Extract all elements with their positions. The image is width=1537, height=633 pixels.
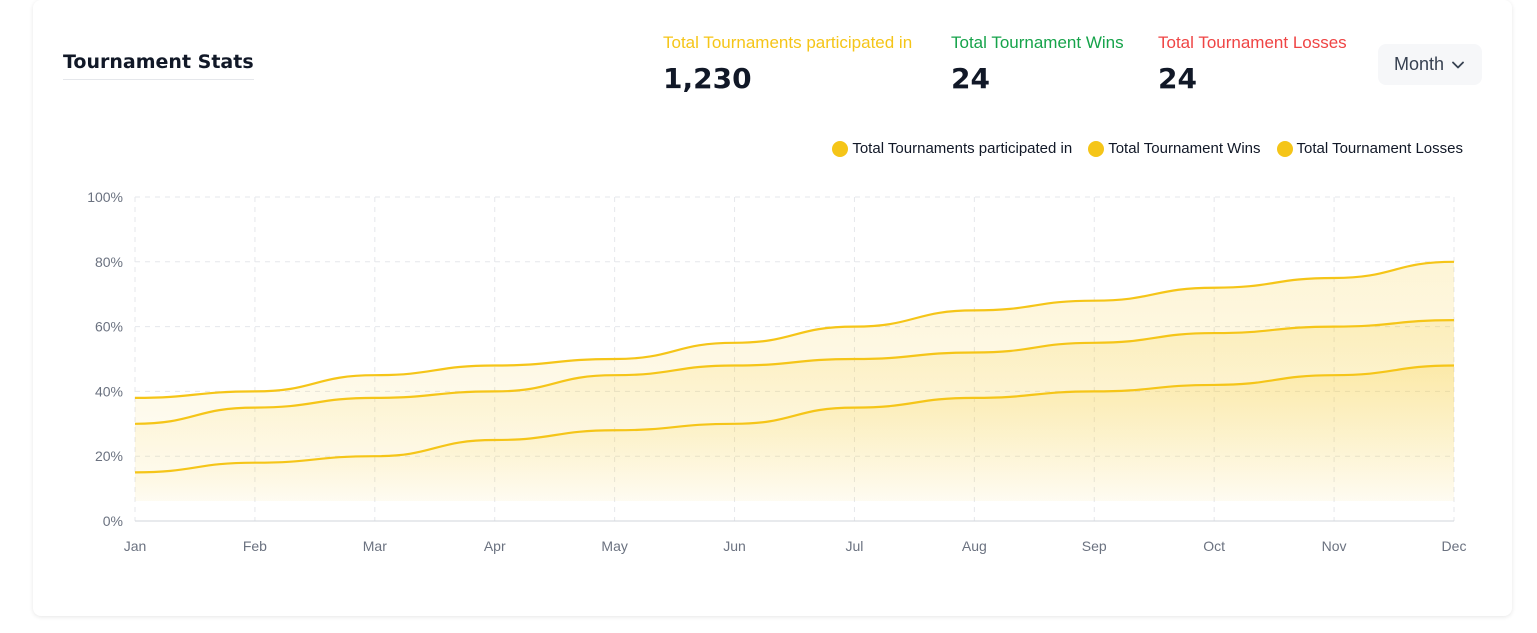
chart-series <box>134 260 1455 501</box>
x-tick-label: May <box>601 538 627 554</box>
x-tick-label: Sep <box>1082 538 1107 554</box>
x-tick-label: Aug <box>962 538 987 554</box>
x-tick-label: Dec <box>1442 538 1467 554</box>
x-tick-label: Jan <box>124 538 147 554</box>
y-axis-labels: 0% 20% 40% 60% 80% 100% <box>87 189 123 529</box>
x-tick-label: Oct <box>1203 538 1225 554</box>
y-tick-label: 40% <box>95 383 123 399</box>
y-tick-label: 60% <box>95 319 123 335</box>
y-tick-label: 80% <box>95 254 123 270</box>
x-tick-label: Jul <box>846 538 864 554</box>
y-tick-label: 100% <box>87 189 123 205</box>
x-tick-label: Jun <box>723 538 746 554</box>
x-axis-labels: Jan Feb Mar Apr May Jun Jul Aug Sep Oct Nov Dec <box>124 538 1467 554</box>
y-tick-label: 0% <box>103 513 123 529</box>
x-tick-label: Nov <box>1322 538 1347 554</box>
area-chart: 0% 20% 40% 60% 80% 100% Jan Feb Mar Apr May Jun Jul A… <box>87 189 1467 554</box>
x-tick-label: Feb <box>243 538 267 554</box>
y-tick-label: 20% <box>95 448 123 464</box>
x-tick-label: Apr <box>484 538 506 554</box>
x-tick-label: Mar <box>363 538 387 554</box>
